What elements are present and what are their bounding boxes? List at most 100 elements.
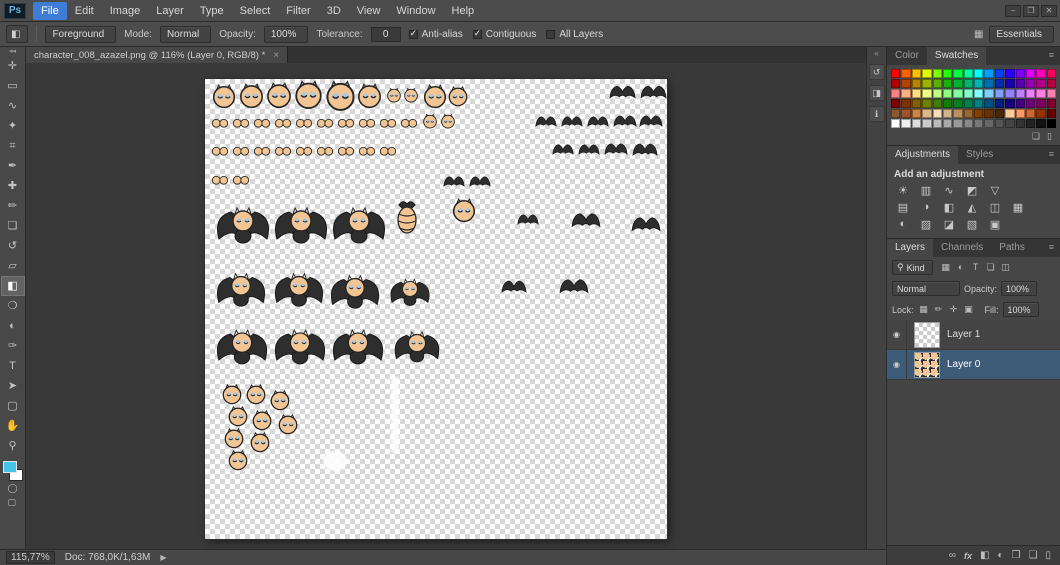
dodge-tool[interactable]: ◐ xyxy=(1,316,25,336)
dock-collapse-icon[interactable]: « xyxy=(874,49,878,58)
panel-menu-icon[interactable]: ≡ xyxy=(1043,47,1060,65)
document-image[interactable] xyxy=(205,79,667,539)
magic-wand-tool[interactable]: ✦ xyxy=(1,116,25,136)
history-panel-icon[interactable]: ↺ xyxy=(868,64,885,80)
color-swatch[interactable] xyxy=(911,69,922,78)
fill-source-select[interactable]: Foreground xyxy=(45,25,117,43)
close-tab-icon[interactable]: × xyxy=(273,50,279,61)
spot-healing-brush-tool[interactable]: ✚ xyxy=(1,176,25,196)
zoom-tool[interactable]: ⚲ xyxy=(1,436,25,456)
filter-shape-layers-icon[interactable]: ❏ xyxy=(985,262,997,273)
new-layer-button[interactable]: ❏ xyxy=(1029,550,1038,561)
color-swatch[interactable] xyxy=(942,119,953,128)
color-swatch[interactable] xyxy=(891,89,901,98)
color-swatch[interactable] xyxy=(1025,89,1036,98)
color-swatch[interactable] xyxy=(1046,109,1056,118)
filter-smart-objects-icon[interactable]: ◫ xyxy=(1000,262,1012,273)
color-swatch[interactable] xyxy=(1015,109,1025,118)
menu-item-help[interactable]: Help xyxy=(444,2,483,20)
layer-effects-button[interactable]: fx xyxy=(964,551,972,561)
photo-filter-adjustment-icon[interactable]: ◭ xyxy=(964,201,980,214)
add-layer-mask-button[interactable]: ◧ xyxy=(980,550,989,561)
color-swatch[interactable] xyxy=(984,109,994,118)
color-swatch[interactable] xyxy=(1025,99,1036,108)
properties-panel-icon[interactable]: ◨ xyxy=(868,85,885,101)
delete-layer-button[interactable]: ▯ xyxy=(1045,550,1051,561)
color-swatch[interactable] xyxy=(963,109,973,118)
color-swatch[interactable] xyxy=(1005,109,1015,118)
checkbox-all-layers[interactable]: All Layers xyxy=(546,29,603,40)
color-swatch[interactable] xyxy=(984,89,994,98)
layer-visibility-icon[interactable]: ◉ xyxy=(887,350,907,379)
color-swatch[interactable] xyxy=(984,119,994,128)
color-swatch[interactable] xyxy=(1025,119,1036,128)
color-swatch[interactable] xyxy=(994,69,1005,78)
hand-tool[interactable]: ✋ xyxy=(1,416,25,436)
color-swatch[interactable] xyxy=(922,69,932,78)
hue-saturation-adjustment-icon[interactable]: ▤ xyxy=(895,201,911,214)
color-swatch[interactable] xyxy=(1036,69,1046,78)
panel-menu-icon[interactable]: ≡ xyxy=(1043,146,1060,164)
screen-mode-icon[interactable]: ▢ xyxy=(7,495,17,509)
color-swatch[interactable] xyxy=(994,89,1005,98)
adjustments-tab-styles[interactable]: Styles xyxy=(958,146,1001,164)
brush-tool[interactable]: ✏ xyxy=(1,196,25,216)
color-swatch[interactable] xyxy=(1046,99,1056,108)
mode-select[interactable]: Normal xyxy=(159,25,212,43)
color-swatch[interactable] xyxy=(901,79,911,88)
lock-transparent-pixels-icon[interactable]: ▦ xyxy=(918,304,930,315)
color-swatch[interactable] xyxy=(974,79,984,88)
lock-position-icon[interactable]: ✛ xyxy=(948,304,960,315)
invert-adjustment-icon[interactable]: ◐ xyxy=(895,218,911,231)
filter-adjustment-layers-icon[interactable]: ◐ xyxy=(955,262,967,273)
color-swatch[interactable] xyxy=(953,99,963,108)
menu-item-image[interactable]: Image xyxy=(102,2,149,20)
color-swatch[interactable] xyxy=(1015,89,1025,98)
color-swatch[interactable] xyxy=(1036,99,1046,108)
layer-thumbnail[interactable] xyxy=(914,351,940,378)
checkbox-contiguous[interactable]: Contiguous xyxy=(472,28,536,40)
type-tool[interactable]: T xyxy=(1,356,25,376)
color-swatch[interactable] xyxy=(1046,89,1056,98)
color-swatch[interactable] xyxy=(911,79,922,88)
color-swatch[interactable] xyxy=(953,119,963,128)
color-swatch[interactable] xyxy=(984,79,994,88)
rectangular-marquee-tool[interactable]: ▭ xyxy=(1,76,25,96)
layers-tab-paths[interactable]: Paths xyxy=(991,239,1033,257)
layer-row[interactable]: ◉ Layer 1 xyxy=(887,320,1060,350)
color-swatch[interactable] xyxy=(901,119,911,128)
color-swatch[interactable] xyxy=(1046,79,1056,88)
menu-item-window[interactable]: Window xyxy=(388,2,443,20)
color-swatch[interactable] xyxy=(1046,69,1056,78)
color-swatch[interactable] xyxy=(901,109,911,118)
menu-item-view[interactable]: View xyxy=(349,2,389,20)
color-swatch[interactable] xyxy=(994,109,1005,118)
threshold-adjustment-icon[interactable]: ◪ xyxy=(941,218,957,231)
menu-item-3d[interactable]: 3D xyxy=(319,2,349,20)
color-swatch[interactable] xyxy=(1025,79,1036,88)
color-swatch[interactable] xyxy=(963,69,973,78)
color-swatch[interactable] xyxy=(1015,79,1025,88)
new-group-button[interactable]: ❐ xyxy=(1012,550,1021,561)
black-white-adjustment-icon[interactable]: ◧ xyxy=(941,201,957,214)
color-swatch[interactable] xyxy=(1015,69,1025,78)
color-swatch[interactable] xyxy=(1036,119,1046,128)
color-swatch[interactable] xyxy=(932,69,942,78)
zoom-level-field[interactable]: 115,77% xyxy=(6,551,55,564)
lock-image-pixels-icon[interactable]: ✏ xyxy=(933,304,945,315)
layers-tab-channels[interactable]: Channels xyxy=(933,239,991,257)
color-swatch[interactable] xyxy=(932,109,942,118)
clone-stamp-tool[interactable]: ❏ xyxy=(1,216,25,236)
color-swatch[interactable] xyxy=(891,69,901,78)
pen-tool[interactable]: ✑ xyxy=(1,336,25,356)
menu-item-file[interactable]: File xyxy=(33,1,67,20)
filter-type-layers-icon[interactable]: T xyxy=(970,262,982,273)
color-swatch[interactable] xyxy=(994,99,1005,108)
panel-menu-icon[interactable]: ≡ xyxy=(1043,239,1060,257)
color-swatch[interactable] xyxy=(953,79,963,88)
color-swatch[interactable] xyxy=(932,119,942,128)
filter-pixel-layers-icon[interactable]: ▦ xyxy=(940,262,952,273)
minimize-button[interactable]: – xyxy=(1005,4,1021,17)
color-swatch[interactable] xyxy=(974,119,984,128)
color-swatch[interactable] xyxy=(1036,89,1046,98)
